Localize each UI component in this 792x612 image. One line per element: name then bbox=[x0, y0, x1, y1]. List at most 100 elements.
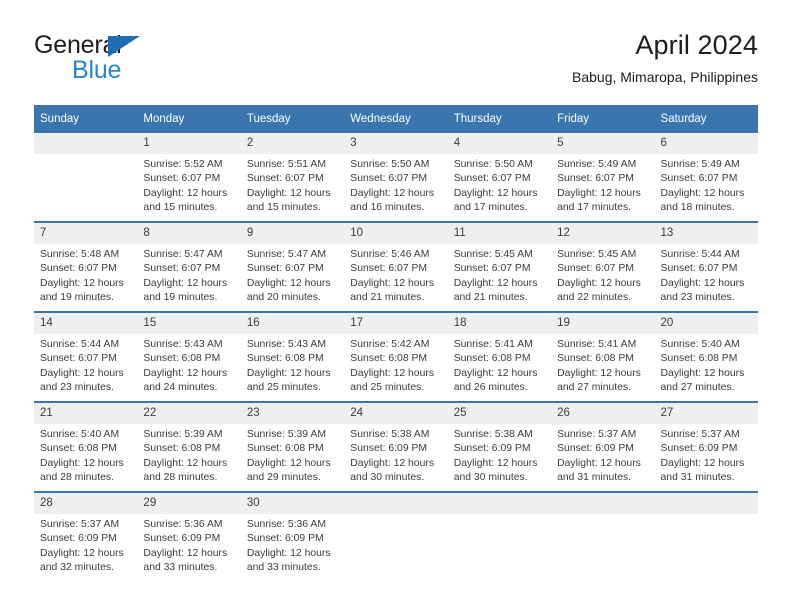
calendar-day-cell[interactable]: 12 Sunrise: 5:45 AM Sunset: 6:07 PM Dayligh… bbox=[551, 221, 655, 312]
page-header: General Blue April 2024 Babug, Mimaropa,… bbox=[34, 28, 758, 96]
daylight-duration-line2: and 15 minutes. bbox=[246, 201, 321, 213]
calendar-day-cell[interactable]: 13 Sunrise: 5:44 AM Sunset: 6:07 PM Dayligh… bbox=[654, 221, 758, 312]
calendar-day-cell[interactable]: 1 Sunrise: 5:52 AM Sunset: 6:07 PM Daylight… bbox=[137, 133, 241, 222]
daylight-duration-line1: Daylight: 12 hours bbox=[557, 187, 641, 199]
calendar-day-cell[interactable]: 4 Sunrise: 5:50 AM Sunset: 6:07 PM Daylight… bbox=[447, 133, 552, 222]
sunset-time: Sunset: 6:07 PM bbox=[246, 173, 324, 185]
calendar-week-row: 1 Sunrise: 5:52 AM Sunset: 6:07 PM Daylight… bbox=[34, 133, 758, 222]
calendar-day-cell[interactable]: 8 Sunrise: 5:47 AM Sunset: 6:07 PM Daylight… bbox=[137, 221, 241, 312]
calendar-day-cell[interactable]: 20 Sunrise: 5:40 AM Sunset: 6:08 PM Dayligh… bbox=[654, 311, 758, 402]
sunset-time: Sunset: 6:07 PM bbox=[246, 263, 324, 275]
day-info: Sunrise: 5:44 AM Sunset: 6:07 PM Daylight:… bbox=[34, 334, 137, 395]
day-number: 7 bbox=[34, 223, 138, 244]
sunset-time: Sunset: 6:08 PM bbox=[350, 353, 428, 365]
calendar-day-cell[interactable]: 25 Sunrise: 5:38 AM Sunset: 6:09 PM Dayligh… bbox=[447, 401, 552, 492]
sunrise-time: Sunrise: 5:52 AM bbox=[143, 159, 223, 170]
day-info: Sunrise: 5:40 AM Sunset: 6:08 PM Daylight:… bbox=[655, 334, 758, 395]
day-cell-content bbox=[344, 493, 448, 581]
day-info: Sunrise: 5:50 AM Sunset: 6:07 PM Daylight:… bbox=[344, 154, 447, 215]
calendar-day-cell[interactable]: 21 Sunrise: 5:40 AM Sunset: 6:08 PM Dayligh… bbox=[34, 401, 138, 492]
day-info: Sunrise: 5:45 AM Sunset: 6:07 PM Daylight:… bbox=[551, 244, 654, 305]
daylight-duration-line1: Daylight: 12 hours bbox=[557, 457, 641, 469]
sunrise-time: Sunrise: 5:43 AM bbox=[246, 339, 326, 350]
weekday-header-row: Sunday Monday Tuesday Wednesday Thursday… bbox=[34, 105, 758, 133]
calendar-day-cell[interactable]: 18 Sunrise: 5:41 AM Sunset: 6:08 PM Dayligh… bbox=[447, 311, 552, 402]
daylight-duration-line2: and 16 minutes. bbox=[350, 201, 425, 213]
sunset-time: Sunset: 6:07 PM bbox=[660, 173, 738, 185]
calendar-day-cell[interactable] bbox=[344, 491, 448, 581]
calendar-body: 1 Sunrise: 5:52 AM Sunset: 6:07 PM Daylight… bbox=[34, 133, 758, 581]
calendar-day-cell[interactable]: 2 Sunrise: 5:51 AM Sunset: 6:07 PM Daylight… bbox=[240, 133, 345, 222]
day-cell-content: 22 Sunrise: 5:39 AM Sunset: 6:08 PM Dayligh… bbox=[137, 403, 241, 491]
calendar-day-cell[interactable] bbox=[34, 133, 138, 222]
daylight-duration-line1: Daylight: 12 hours bbox=[246, 367, 331, 379]
calendar-day-cell[interactable]: 19 Sunrise: 5:41 AM Sunset: 6:08 PM Dayligh… bbox=[551, 311, 655, 402]
calendar-day-cell[interactable] bbox=[551, 491, 655, 581]
sunrise-time: Sunrise: 5:42 AM bbox=[350, 339, 430, 350]
calendar-day-cell[interactable]: 29 Sunrise: 5:36 AM Sunset: 6:09 PM Dayligh… bbox=[137, 491, 241, 581]
calendar-day-cell[interactable]: 9 Sunrise: 5:47 AM Sunset: 6:07 PM Daylight… bbox=[240, 221, 345, 312]
daylight-duration-line1: Daylight: 12 hours bbox=[246, 457, 331, 469]
day-number: 22 bbox=[137, 403, 241, 424]
calendar-day-cell[interactable]: 11 Sunrise: 5:45 AM Sunset: 6:07 PM Dayligh… bbox=[447, 221, 552, 312]
calendar-day-cell[interactable]: 22 Sunrise: 5:39 AM Sunset: 6:08 PM Dayligh… bbox=[137, 401, 241, 492]
generalblue-logo[interactable]: General Blue bbox=[34, 32, 264, 90]
sunset-time: Sunset: 6:07 PM bbox=[453, 263, 531, 275]
daylight-duration-line1: Daylight: 12 hours bbox=[40, 277, 124, 289]
calendar-day-cell[interactable]: 3 Sunrise: 5:50 AM Sunset: 6:07 PM Daylight… bbox=[344, 133, 448, 222]
daylight-duration-line2: and 19 minutes. bbox=[40, 291, 114, 303]
daylight-duration-line2: and 27 minutes. bbox=[557, 381, 632, 393]
calendar-day-cell[interactable]: 24 Sunrise: 5:38 AM Sunset: 6:09 PM Dayligh… bbox=[344, 401, 448, 492]
calendar-day-cell[interactable]: 26 Sunrise: 5:37 AM Sunset: 6:09 PM Dayligh… bbox=[551, 401, 655, 492]
calendar-day-cell[interactable]: 23 Sunrise: 5:39 AM Sunset: 6:08 PM Dayligh… bbox=[240, 401, 345, 492]
daylight-duration-line2: and 24 minutes. bbox=[143, 381, 218, 393]
daylight-duration-line2: and 30 minutes. bbox=[453, 471, 528, 483]
sunrise-time: Sunrise: 5:39 AM bbox=[246, 429, 326, 440]
day-number: 11 bbox=[447, 223, 552, 244]
daylight-duration-line2: and 25 minutes. bbox=[350, 381, 425, 393]
day-info: Sunrise: 5:36 AM Sunset: 6:09 PM Daylight:… bbox=[241, 514, 344, 575]
daylight-duration-line2: and 25 minutes. bbox=[246, 381, 321, 393]
calendar-day-cell[interactable]: 17 Sunrise: 5:42 AM Sunset: 6:08 PM Dayligh… bbox=[344, 311, 448, 402]
sunset-time: Sunset: 6:08 PM bbox=[143, 353, 221, 365]
calendar-day-cell[interactable]: 6 Sunrise: 5:49 AM Sunset: 6:07 PM Daylight… bbox=[654, 133, 758, 222]
calendar-day-cell[interactable]: 10 Sunrise: 5:46 AM Sunset: 6:07 PM Dayligh… bbox=[344, 221, 448, 312]
daylight-duration-line1: Daylight: 12 hours bbox=[660, 187, 745, 199]
sunset-time: Sunset: 6:07 PM bbox=[143, 173, 221, 185]
calendar-day-cell[interactable]: 5 Sunrise: 5:49 AM Sunset: 6:07 PM Daylight… bbox=[551, 133, 655, 222]
daylight-duration-line2: and 23 minutes. bbox=[40, 381, 114, 393]
day-cell-content bbox=[447, 493, 552, 581]
sunrise-time: Sunrise: 5:41 AM bbox=[453, 339, 533, 350]
calendar-day-cell[interactable]: 16 Sunrise: 5:43 AM Sunset: 6:08 PM Dayligh… bbox=[240, 311, 345, 402]
day-info: Sunrise: 5:37 AM Sunset: 6:09 PM Daylight:… bbox=[34, 514, 137, 575]
weekday-header-thursday: Thursday bbox=[447, 105, 552, 133]
calendar-day-cell[interactable]: 14 Sunrise: 5:44 AM Sunset: 6:07 PM Dayligh… bbox=[34, 311, 138, 402]
day-number: 23 bbox=[240, 403, 345, 424]
day-info: Sunrise: 5:40 AM Sunset: 6:08 PM Daylight:… bbox=[34, 424, 137, 485]
calendar-day-cell[interactable] bbox=[654, 491, 758, 581]
calendar-day-cell[interactable]: 15 Sunrise: 5:43 AM Sunset: 6:08 PM Dayligh… bbox=[137, 311, 241, 402]
calendar-day-cell[interactable]: 7 Sunrise: 5:48 AM Sunset: 6:07 PM Daylight… bbox=[34, 221, 138, 312]
title-block: April 2024 Babug, Mimaropa, Philippines bbox=[572, 28, 758, 87]
calendar-day-cell[interactable] bbox=[447, 491, 552, 581]
daylight-duration-line2: and 19 minutes. bbox=[143, 291, 218, 303]
day-number: 24 bbox=[344, 403, 448, 424]
day-cell-content: 13 Sunrise: 5:44 AM Sunset: 6:07 PM Dayligh… bbox=[654, 223, 758, 311]
page-title: April 2024 bbox=[635, 30, 758, 60]
day-info: Sunrise: 5:36 AM Sunset: 6:09 PM Daylight:… bbox=[137, 514, 240, 575]
daylight-duration-line1: Daylight: 12 hours bbox=[660, 277, 745, 289]
day-cell-content bbox=[654, 493, 758, 581]
calendar-day-cell[interactable]: 28 Sunrise: 5:37 AM Sunset: 6:09 PM Dayligh… bbox=[34, 491, 138, 581]
sunrise-time: Sunrise: 5:40 AM bbox=[40, 429, 120, 440]
daylight-duration-line1: Daylight: 12 hours bbox=[40, 457, 124, 469]
daylight-duration-line1: Daylight: 12 hours bbox=[40, 547, 124, 559]
day-number: 8 bbox=[137, 223, 241, 244]
calendar-day-cell[interactable]: 30 Sunrise: 5:36 AM Sunset: 6:09 PM Dayligh… bbox=[240, 491, 345, 581]
sunrise-time: Sunrise: 5:38 AM bbox=[453, 429, 533, 440]
weekday-header-sunday: Sunday bbox=[34, 105, 138, 133]
sunset-time: Sunset: 6:09 PM bbox=[40, 533, 117, 545]
calendar-day-cell[interactable]: 27 Sunrise: 5:37 AM Sunset: 6:09 PM Dayligh… bbox=[654, 401, 758, 492]
day-info: Sunrise: 5:52 AM Sunset: 6:07 PM Daylight:… bbox=[137, 154, 240, 215]
day-info: Sunrise: 5:37 AM Sunset: 6:09 PM Daylight:… bbox=[655, 424, 758, 485]
day-cell-content: 4 Sunrise: 5:50 AM Sunset: 6:07 PM Daylight… bbox=[447, 133, 552, 221]
